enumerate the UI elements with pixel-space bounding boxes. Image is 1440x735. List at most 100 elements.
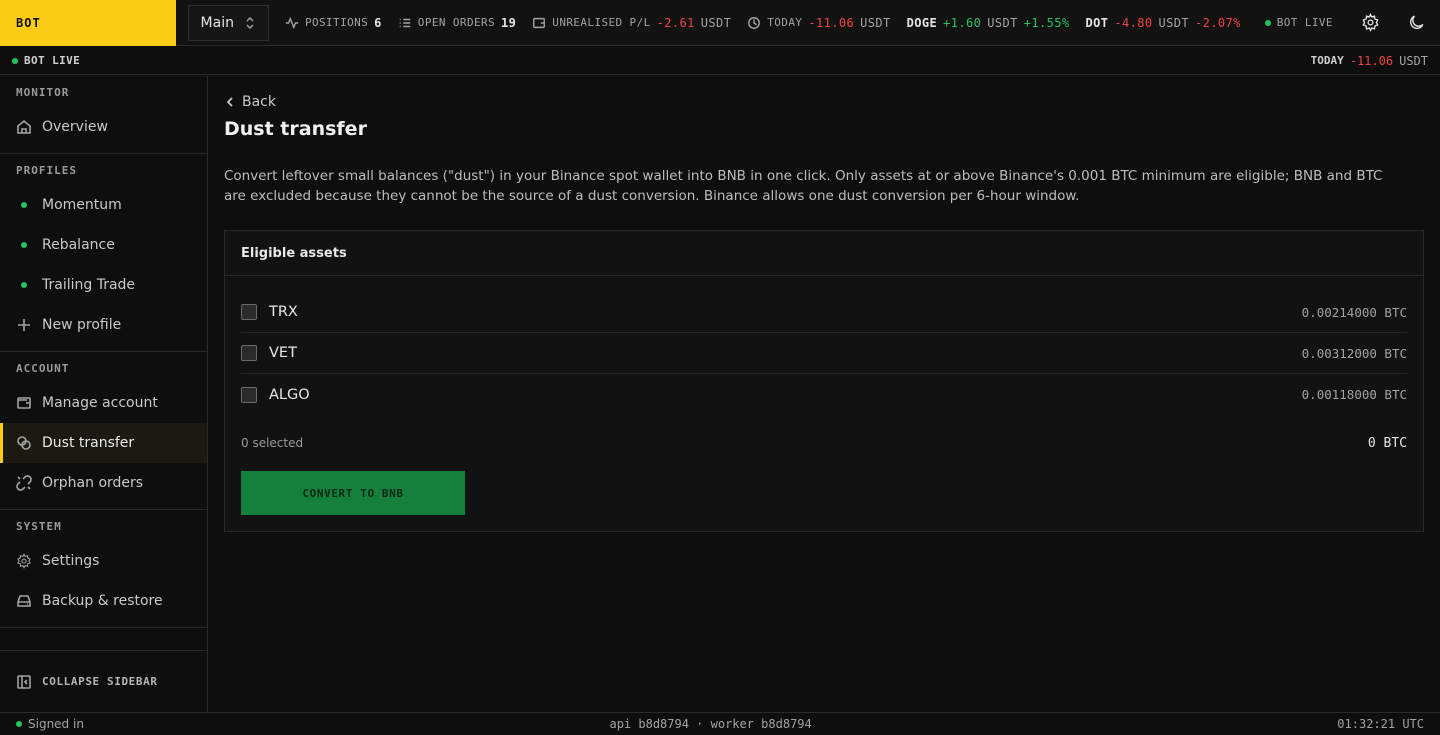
- profile-status-dot: [21, 242, 27, 248]
- page-description: Convert leftover small balances ("dust")…: [224, 168, 1383, 204]
- stat-positions[interactable]: POSITIONS 6: [285, 16, 382, 30]
- main-content: Back Dust transfer Convert leftover smal…: [224, 76, 1424, 532]
- signed-in-status: Signed in: [16, 717, 84, 731]
- sidebar-item-momentum[interactable]: Momentum: [0, 185, 207, 225]
- strip-today-unit: USDT: [1399, 53, 1428, 68]
- sidebar-item-label: Rebalance: [42, 237, 115, 253]
- stat-today-unit: USDT: [860, 15, 891, 30]
- wallet-icon: [17, 397, 31, 409]
- stat-open-orders[interactable]: OPEN ORDERS 19: [398, 16, 517, 30]
- asset-amount: 0.00118000 BTC: [1301, 387, 1407, 402]
- back-link[interactable]: Back: [224, 94, 1424, 110]
- sidebar-item-label: Orphan orders: [42, 475, 144, 491]
- sidebar-item-label: Manage account: [42, 395, 158, 411]
- bot-status: BOT LIVE: [1264, 16, 1333, 29]
- stat-positions-value: 6: [374, 15, 382, 30]
- selected-total: 0 BTC: [1367, 435, 1407, 451]
- stat-today-value: -11.06: [808, 15, 855, 30]
- ticker-doge-unit: USDT: [987, 15, 1018, 30]
- section-title-profiles: PROFILES: [16, 164, 77, 177]
- ticker-dot[interactable]: DOT -4.80 USDT -2.07%: [1086, 16, 1241, 30]
- profile-status-dot: [21, 202, 27, 208]
- ticker-doge[interactable]: DOGE +1.60 USDT +1.55%: [907, 16, 1070, 30]
- asset-list: TRX 0.00214000 BTC VET 0.00312000 BTC AL…: [225, 276, 1423, 415]
- clock: 01:32:21 UTC: [1337, 717, 1424, 731]
- stat-unrealised-value: -2.61: [656, 15, 695, 30]
- sidebar-item-label: Momentum: [42, 197, 122, 213]
- bot-status-label: BOT LIVE: [1276, 16, 1333, 29]
- strip-today: TODAY -11.06 USDT: [1311, 54, 1428, 68]
- sidebar-item-label: New profile: [42, 317, 122, 333]
- sidebar-item-manage-account[interactable]: Manage account: [0, 383, 207, 423]
- eligible-assets-card: Eligible assets TRX 0.00214000 BTC VET 0…: [224, 230, 1424, 532]
- gear-icon: [17, 553, 31, 569]
- strip-today-label: TODAY: [1310, 54, 1344, 67]
- section-title-system: SYSTEM: [16, 520, 62, 533]
- asset-amount: 0.00312000 BTC: [1301, 345, 1407, 361]
- ticker-doge-value: +1.60: [943, 15, 982, 30]
- stat-unrealised[interactable]: UNREALISED P/L -2.61 USDT: [532, 16, 731, 30]
- sidebar-section-monitor: MONITOR Overview: [0, 76, 207, 154]
- selection-summary: 0 selected 0 BTC: [225, 415, 1423, 455]
- ticker-doge-symbol: DOGE: [906, 15, 938, 30]
- card-title: Eligible assets: [225, 231, 1423, 276]
- sidebar-item-new-profile[interactable]: New profile: [0, 305, 207, 345]
- stat-unrealised-label: UNREALISED P/L: [552, 16, 651, 29]
- asset-row-vet[interactable]: VET 0.00312000 BTC: [241, 333, 1407, 374]
- list-icon: [399, 18, 411, 27]
- sidebar-section-profiles: PROFILES Momentum Rebalance Trailing Tra…: [0, 154, 207, 352]
- plus-icon: [18, 319, 30, 331]
- sidebar-item-orphan-orders[interactable]: Orphan orders: [0, 463, 207, 503]
- footer: Signed in api b8d8794 · worker b8d8794 0…: [0, 712, 1440, 735]
- settings-button[interactable]: [1347, 0, 1394, 46]
- sidebar-item-rebalance[interactable]: Rebalance: [0, 225, 207, 265]
- stat-open-orders-value: 19: [501, 15, 517, 30]
- asset-row-algo[interactable]: ALGO 0.00118000 BTC: [241, 374, 1407, 415]
- status-dot: [16, 721, 22, 727]
- asset-checkbox[interactable]: [241, 386, 257, 403]
- theme-toggle-button[interactable]: [1393, 0, 1440, 46]
- profile-selector-value: Main: [200, 14, 234, 31]
- profile-status-dot: [21, 282, 27, 288]
- clock-icon: [748, 16, 761, 29]
- stat-unrealised-unit: USDT: [700, 15, 732, 30]
- strip-status-label: BOT LIVE: [24, 54, 81, 67]
- signed-in-label: Signed in: [28, 717, 84, 731]
- sidebar-item-dust-transfer[interactable]: Dust transfer: [0, 423, 207, 463]
- status-dot: [12, 57, 18, 64]
- asset-symbol: TRX: [269, 304, 298, 320]
- convert-to-bnb-button[interactable]: CONVERT TO BNB: [241, 471, 465, 515]
- ticker-dot-symbol: DOT: [1085, 15, 1109, 30]
- asset-row-trx[interactable]: TRX 0.00214000 BTC: [241, 292, 1407, 333]
- sidebar-item-backup-restore[interactable]: Backup & restore: [0, 581, 207, 621]
- asset-checkbox[interactable]: [241, 345, 257, 361]
- activity-icon: [285, 16, 299, 29]
- section-title-monitor: MONITOR: [16, 86, 70, 99]
- asset-symbol: VET: [269, 345, 297, 361]
- sidebar-item-settings[interactable]: Settings: [0, 541, 207, 581]
- selected-count: 0 selected: [241, 436, 304, 450]
- link-broken-icon: [16, 475, 32, 491]
- page-title: Dust transfer: [224, 118, 367, 140]
- stat-positions-label: POSITIONS: [304, 16, 369, 29]
- asset-checkbox[interactable]: [241, 304, 257, 320]
- sidebar-item-label: Trailing Trade: [42, 277, 136, 293]
- profile-selector[interactable]: Main: [187, 4, 269, 41]
- status-strip: BOT LIVE TODAY -11.06 USDT: [0, 47, 1440, 75]
- collapse-sidebar-button[interactable]: COLLAPSE SIDEBAR: [0, 650, 207, 712]
- collapse-sidebar-icon: [17, 674, 31, 689]
- asset-amount: 0.00214000 BTC: [1301, 304, 1407, 320]
- status-dot: [1264, 19, 1271, 26]
- sidebar-item-trailing-trade[interactable]: Trailing Trade: [0, 265, 207, 305]
- strip-today-value: -11.06: [1349, 53, 1394, 68]
- sidebar-item-overview[interactable]: Overview: [0, 107, 207, 147]
- ticker-dot-value: -4.80: [1114, 15, 1153, 30]
- back-link-label: Back: [242, 94, 276, 110]
- coins-icon: [17, 436, 31, 450]
- sidebar-section-system: SYSTEM Settings Backup & restore: [0, 510, 207, 628]
- brand-logo[interactable]: BOT: [0, 0, 176, 46]
- build-info: api b8d8794 · worker b8d8794: [609, 717, 812, 731]
- sidebar-item-label: Dust transfer: [42, 435, 135, 451]
- chevron-left-icon: [226, 97, 233, 107]
- stat-today[interactable]: TODAY -11.06 USDT: [747, 16, 890, 30]
